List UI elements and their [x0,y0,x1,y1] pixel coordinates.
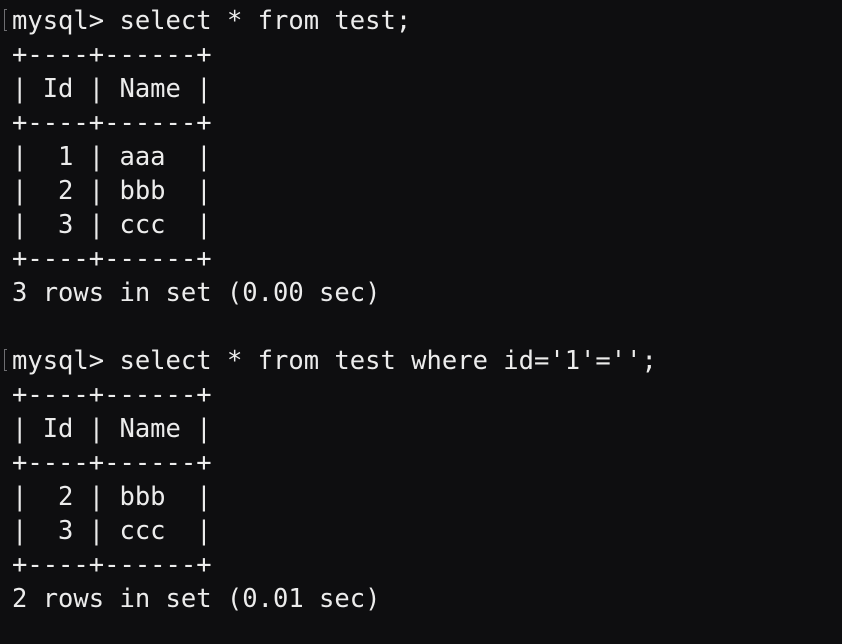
table-header: | Id | Name | [12,414,212,444]
sql-command: select * from test where id='1'=''; [104,346,657,376]
command-line: mysql> select * from test where id='1'='… [4,344,842,378]
table-border: +----+------+ [12,380,212,410]
table-row: | 2 | bbb | [12,176,212,206]
table-border: +----+------+ [12,550,212,580]
table-row: | 1 | aaa | [12,142,212,172]
command-line: mysql> select * from test; [4,4,842,38]
result-status: 3 rows in set (0.00 sec) [12,278,381,308]
result-status: 2 rows in set (0.01 sec) [12,584,381,614]
line-mark [4,9,7,31]
sql-command: select * from test; [104,6,412,36]
table-border: +----+------+ [12,448,212,478]
table-border: +----+------+ [12,244,212,274]
line-mark [4,349,7,371]
table-row: | 3 | ccc | [12,210,212,240]
mysql-prompt: mysql> [12,346,105,376]
table-row: | 2 | bbb | [12,482,212,512]
mysql-prompt: mysql> [12,6,105,36]
table-border: +----+------+ [12,40,212,70]
terminal-window[interactable]: mysql> select * from test; +----+------+… [0,0,842,644]
table-row: | 3 | ccc | [12,516,212,546]
table-header: | Id | Name | [12,74,212,104]
table-border: +----+------+ [12,108,212,138]
